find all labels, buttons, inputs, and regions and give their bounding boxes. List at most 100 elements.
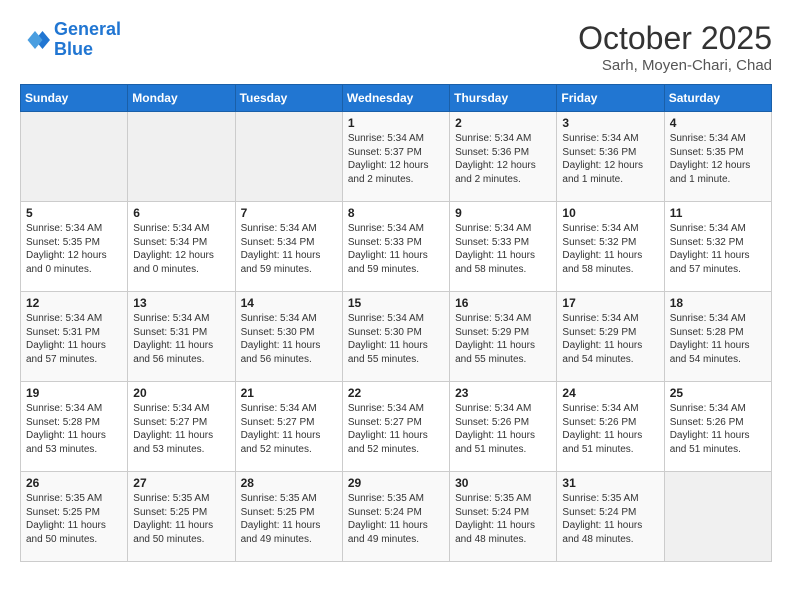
calendar-cell: 22 Sunrise: 5:34 AMSunset: 5:27 PMDayligh… (342, 382, 449, 472)
day-info: Sunrise: 5:34 AMSunset: 5:29 PMDaylight:… (455, 312, 551, 366)
calendar-cell: 31 Sunrise: 5:35 AMSunset: 5:24 PMDayligh… (557, 472, 664, 562)
calendar-cell: 20 Sunrise: 5:34 AMSunset: 5:27 PMDayligh… (128, 382, 235, 472)
day-info: Sunrise: 5:34 AMSunset: 5:27 PMDaylight:… (348, 402, 444, 456)
calendar-cell: 17Sunrise: 5:34 AMSunset: 5:29 PMDayligh… (557, 292, 664, 382)
day-number: 25 (670, 386, 766, 400)
day-info: Sunrise: 5:34 AMSunset: 5:36 PMDaylight:… (455, 132, 551, 186)
day-number: 13 (133, 296, 229, 310)
day-info: Sunrise: 5:35 AMSunset: 5:25 PMDaylight:… (26, 492, 122, 546)
day-number: 18 (670, 296, 766, 310)
calendar-cell: 1Sunrise: 5:34 AMSunset: 5:37 PMDaylight… (342, 112, 449, 202)
day-info: Sunrise: 5:35 AMSunset: 5:25 PMDaylight:… (241, 492, 337, 546)
day-number: 17 (562, 296, 658, 310)
calendar-week-row: 12 Sunrise: 5:34 AMSunset: 5:31 PMDayligh… (21, 292, 772, 382)
day-number: 3 (562, 116, 658, 130)
title-block: October 2025 Sarh, Moyen-Chari, Chad (578, 20, 772, 74)
day-info: Sunrise: 5:34 AMSunset: 5:32 PMDaylight:… (670, 222, 766, 276)
day-number: 27 (133, 476, 229, 490)
logo: General Blue (20, 20, 121, 60)
day-info: Sunrise: 5:35 AMSunset: 5:24 PMDaylight:… (348, 492, 444, 546)
month-title: October 2025 (578, 20, 772, 57)
calendar-week-row: 1Sunrise: 5:34 AMSunset: 5:37 PMDaylight… (21, 112, 772, 202)
day-info: Sunrise: 5:34 AMSunset: 5:35 PMDaylight:… (26, 222, 122, 276)
calendar-cell: 23 Sunrise: 5:34 AMSunset: 5:26 PMDayligh… (450, 382, 557, 472)
day-number: 2 (455, 116, 551, 130)
calendar-cell: 12Sunrise: 5:34 AMSunset: 5:31 PMDayligh… (21, 292, 128, 382)
weekday-header: Sunday (21, 85, 128, 112)
day-number: 31 (562, 476, 658, 490)
day-number: 1 (348, 116, 444, 130)
calendar-cell: 18 Sunrise: 5:34 AMSunset: 5:28 PMDayligh… (664, 292, 771, 382)
calendar-cell (128, 112, 235, 202)
day-info: Sunrise: 5:35 AMSunset: 5:24 PMDaylight:… (562, 492, 658, 546)
calendar-cell (235, 112, 342, 202)
calendar-cell: 15Sunrise: 5:34 AMSunset: 5:30 PMDayligh… (342, 292, 449, 382)
day-number: 9 (455, 206, 551, 220)
day-info: Sunrise: 5:34 AMSunset: 5:35 PMDaylight:… (670, 132, 766, 186)
day-info: Sunrise: 5:34 AMSunset: 5:28 PMDaylight:… (670, 312, 766, 366)
day-info: Sunrise: 5:34 AMSunset: 5:26 PMDaylight:… (562, 402, 658, 456)
page-header: General Blue October 2025 Sarh, Moyen-Ch… (20, 20, 772, 74)
calendar-cell: 25Sunrise: 5:34 AMSunset: 5:26 PMDayligh… (664, 382, 771, 472)
day-number: 4 (670, 116, 766, 130)
calendar-cell: 3 Sunrise: 5:34 AMSunset: 5:36 PMDaylight… (557, 112, 664, 202)
day-number: 7 (241, 206, 337, 220)
calendar-cell: 13 Sunrise: 5:34 AMSunset: 5:31 PMDayligh… (128, 292, 235, 382)
day-info: Sunrise: 5:34 AMSunset: 5:28 PMDaylight:… (26, 402, 122, 456)
calendar-cell: 10Sunrise: 5:34 AMSunset: 5:32 PMDayligh… (557, 202, 664, 292)
calendar-cell: 7Sunrise: 5:34 AMSunset: 5:34 PMDaylight… (235, 202, 342, 292)
day-number: 20 (133, 386, 229, 400)
day-info: Sunrise: 5:34 AMSunset: 5:33 PMDaylight:… (348, 222, 444, 276)
day-info: Sunrise: 5:34 AMSunset: 5:32 PMDaylight:… (562, 222, 658, 276)
day-number: 16 (455, 296, 551, 310)
day-number: 14 (241, 296, 337, 310)
location-subtitle: Sarh, Moyen-Chari, Chad (578, 57, 772, 74)
day-number: 22 (348, 386, 444, 400)
calendar-cell: 19 Sunrise: 5:34 AMSunset: 5:28 PMDayligh… (21, 382, 128, 472)
calendar-cell: 21Sunrise: 5:34 AMSunset: 5:27 PMDayligh… (235, 382, 342, 472)
day-info: Sunrise: 5:34 AMSunset: 5:26 PMDaylight:… (455, 402, 551, 456)
weekday-header: Friday (557, 85, 664, 112)
calendar-cell: 27 Sunrise: 5:35 AMSunset: 5:25 PMDayligh… (128, 472, 235, 562)
calendar-cell: 4 Sunrise: 5:34 AMSunset: 5:35 PMDaylight… (664, 112, 771, 202)
day-number: 29 (348, 476, 444, 490)
logo-icon (20, 25, 50, 55)
day-number: 24 (562, 386, 658, 400)
day-info: Sunrise: 5:34 AMSunset: 5:30 PMDaylight:… (241, 312, 337, 366)
calendar-cell: 28 Sunrise: 5:35 AMSunset: 5:25 PMDayligh… (235, 472, 342, 562)
calendar-cell: 14 Sunrise: 5:34 AMSunset: 5:30 PMDayligh… (235, 292, 342, 382)
logo-text: General Blue (54, 20, 121, 60)
day-number: 8 (348, 206, 444, 220)
day-info: Sunrise: 5:35 AMSunset: 5:25 PMDaylight:… (133, 492, 229, 546)
weekday-header: Tuesday (235, 85, 342, 112)
day-number: 12 (26, 296, 122, 310)
calendar-week-row: 19 Sunrise: 5:34 AMSunset: 5:28 PMDayligh… (21, 382, 772, 472)
calendar-cell: 29 Sunrise: 5:35 AMSunset: 5:24 PMDayligh… (342, 472, 449, 562)
day-info: Sunrise: 5:34 AMSunset: 5:30 PMDaylight:… (348, 312, 444, 366)
day-number: 28 (241, 476, 337, 490)
calendar-week-row: 5Sunrise: 5:34 AMSunset: 5:35 PMDaylight… (21, 202, 772, 292)
weekday-header: Thursday (450, 85, 557, 112)
day-number: 21 (241, 386, 337, 400)
logo-line1: General (54, 19, 121, 39)
day-info: Sunrise: 5:34 AMSunset: 5:27 PMDaylight:… (133, 402, 229, 456)
day-info: Sunrise: 5:35 AMSunset: 5:24 PMDaylight:… (455, 492, 551, 546)
calendar-cell: 24 Sunrise: 5:34 AMSunset: 5:26 PMDayligh… (557, 382, 664, 472)
day-info: Sunrise: 5:34 AMSunset: 5:34 PMDaylight:… (133, 222, 229, 276)
day-number: 23 (455, 386, 551, 400)
day-info: Sunrise: 5:34 AMSunset: 5:36 PMDaylight:… (562, 132, 658, 186)
logo-line2: Blue (54, 39, 93, 59)
day-number: 26 (26, 476, 122, 490)
weekday-header: Wednesday (342, 85, 449, 112)
day-info: Sunrise: 5:34 AMSunset: 5:33 PMDaylight:… (455, 222, 551, 276)
calendar-cell: 26 Sunrise: 5:35 AMSunset: 5:25 PMDayligh… (21, 472, 128, 562)
day-info: Sunrise: 5:34 AMSunset: 5:31 PMDaylight:… (133, 312, 229, 366)
calendar-cell (21, 112, 128, 202)
calendar-cell: 30 Sunrise: 5:35 AMSunset: 5:24 PMDayligh… (450, 472, 557, 562)
day-number: 30 (455, 476, 551, 490)
day-number: 19 (26, 386, 122, 400)
calendar-table: SundayMondayTuesdayWednesdayThursdayFrid… (20, 84, 772, 562)
calendar-cell: 6 Sunrise: 5:34 AMSunset: 5:34 PMDaylight… (128, 202, 235, 292)
day-number: 6 (133, 206, 229, 220)
calendar-week-row: 26 Sunrise: 5:35 AMSunset: 5:25 PMDayligh… (21, 472, 772, 562)
